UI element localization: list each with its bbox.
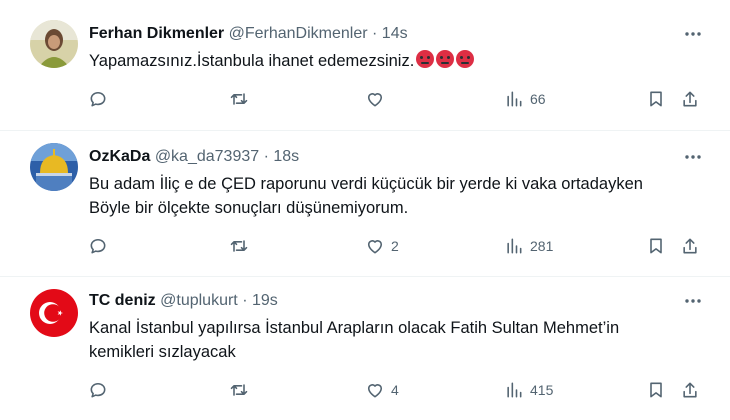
angry-face-emoji-group (414, 50, 475, 70)
more-icon[interactable] (683, 24, 703, 44)
likes-count: 4 (391, 382, 399, 398)
angry-face-icon (416, 50, 435, 68)
retweet-icon (230, 384, 248, 396)
reply-icon (90, 382, 106, 398)
views-icon (507, 91, 522, 107)
reply-icon (90, 238, 106, 254)
bookmark-icon (650, 91, 662, 107)
bookmark-button[interactable] (646, 234, 666, 258)
turkish-flag-icon (30, 289, 78, 337)
tweet-text: Bu adam İliç e de ÇED raporunu verdi küç… (89, 172, 709, 220)
views-icon (507, 382, 522, 398)
reply-button[interactable] (88, 87, 108, 111)
tweet-header: Ferhan Dikmenler @FerhanDikmenler · 14s (89, 24, 408, 44)
tweet-ozkada[interactable]: OzKaDa @ka_da73937 · 18s Bu adam İliç e … (0, 131, 730, 276)
views-count: 281 (530, 238, 554, 254)
action-bar: 2 281 (84, 234, 714, 258)
retweet-button[interactable] (229, 234, 249, 258)
retweet-button[interactable] (229, 378, 249, 402)
angry-face-icon (436, 50, 455, 68)
more-icon[interactable] (683, 147, 703, 167)
display-name[interactable]: Ferhan Dikmenler (89, 25, 224, 42)
tweet-ferhan[interactable]: Ferhan Dikmenler @FerhanDikmenler · 14s … (0, 0, 730, 130)
views-count: 415 (530, 382, 554, 398)
tweet-header: OzKaDa @ka_da73937 · 18s (89, 147, 299, 167)
display-name[interactable]: OzKaDa (89, 148, 150, 165)
display-name[interactable]: TC deniz (89, 292, 156, 309)
share-button[interactable] (680, 378, 700, 402)
avatar[interactable] (30, 20, 78, 68)
retweet-icon (230, 93, 248, 105)
separator: · (242, 292, 248, 309)
share-button[interactable] (680, 234, 700, 258)
tweet-text-line: Bu adam İliç e de ÇED raporunu verdi küç… (89, 175, 643, 193)
likes-count: 2 (391, 238, 399, 254)
views-button[interactable]: 66 (504, 87, 546, 111)
tweet-text-line: Böyle bir ölçekte sonuçları düşünemiyoru… (89, 199, 409, 217)
tweet-text-line: kemikleri sızlayacak (89, 343, 236, 361)
reply-icon (90, 91, 106, 107)
timestamp[interactable]: 19s (252, 292, 278, 309)
handle[interactable]: @FerhanDikmenler (229, 25, 368, 42)
separator: · (372, 25, 378, 42)
like-button[interactable] (365, 87, 385, 111)
bookmark-icon (650, 238, 662, 254)
like-button[interactable]: 4 (365, 378, 399, 402)
bookmark-icon (650, 382, 662, 398)
avatar-dome (30, 143, 78, 191)
views-button[interactable]: 281 (504, 234, 553, 258)
angry-face-icon (456, 50, 475, 68)
tweet-text: Kanal İstanbul yapılırsa İstanbul Arapla… (89, 316, 709, 364)
retweet-icon (230, 240, 248, 252)
views-icon (507, 238, 522, 254)
action-bar: 4 415 (84, 378, 714, 402)
share-icon (683, 238, 697, 254)
timestamp[interactable]: 18s (273, 148, 299, 165)
like-button[interactable]: 2 (365, 234, 399, 258)
separator: · (263, 148, 269, 165)
reply-button[interactable] (88, 378, 108, 402)
tweet-text-body: Yapamazsınız.İstanbula ihanet edemezsini… (89, 52, 415, 70)
heart-icon (367, 384, 383, 398)
views-count: 66 (530, 91, 546, 107)
bookmark-button[interactable] (646, 378, 666, 402)
share-icon (683, 382, 697, 398)
avatar[interactable] (30, 289, 78, 337)
avatar[interactable] (30, 143, 78, 191)
handle[interactable]: @ka_da73937 (155, 148, 259, 165)
retweet-button[interactable] (229, 87, 249, 111)
tweet-tcdeniz[interactable]: TC deniz @tuplukurt · 19s Kanal İstanbul… (0, 277, 730, 420)
tweet-header: TC deniz @tuplukurt · 19s (89, 291, 278, 311)
timestamp[interactable]: 14s (382, 25, 408, 42)
views-button[interactable]: 415 (504, 378, 553, 402)
heart-icon (367, 93, 383, 107)
heart-icon (367, 240, 383, 254)
more-icon[interactable] (683, 291, 703, 311)
avatar-photo (30, 20, 78, 68)
action-bar: 66 (84, 87, 714, 111)
handle[interactable]: @tuplukurt (160, 292, 238, 309)
reply-button[interactable] (88, 234, 108, 258)
tweet-text-line: Kanal İstanbul yapılırsa İstanbul Arapla… (89, 319, 620, 337)
share-icon (683, 91, 697, 107)
share-button[interactable] (680, 87, 700, 111)
tweet-text: Yapamazsınız.İstanbula ihanet edemezsini… (89, 49, 709, 73)
bookmark-button[interactable] (646, 87, 666, 111)
